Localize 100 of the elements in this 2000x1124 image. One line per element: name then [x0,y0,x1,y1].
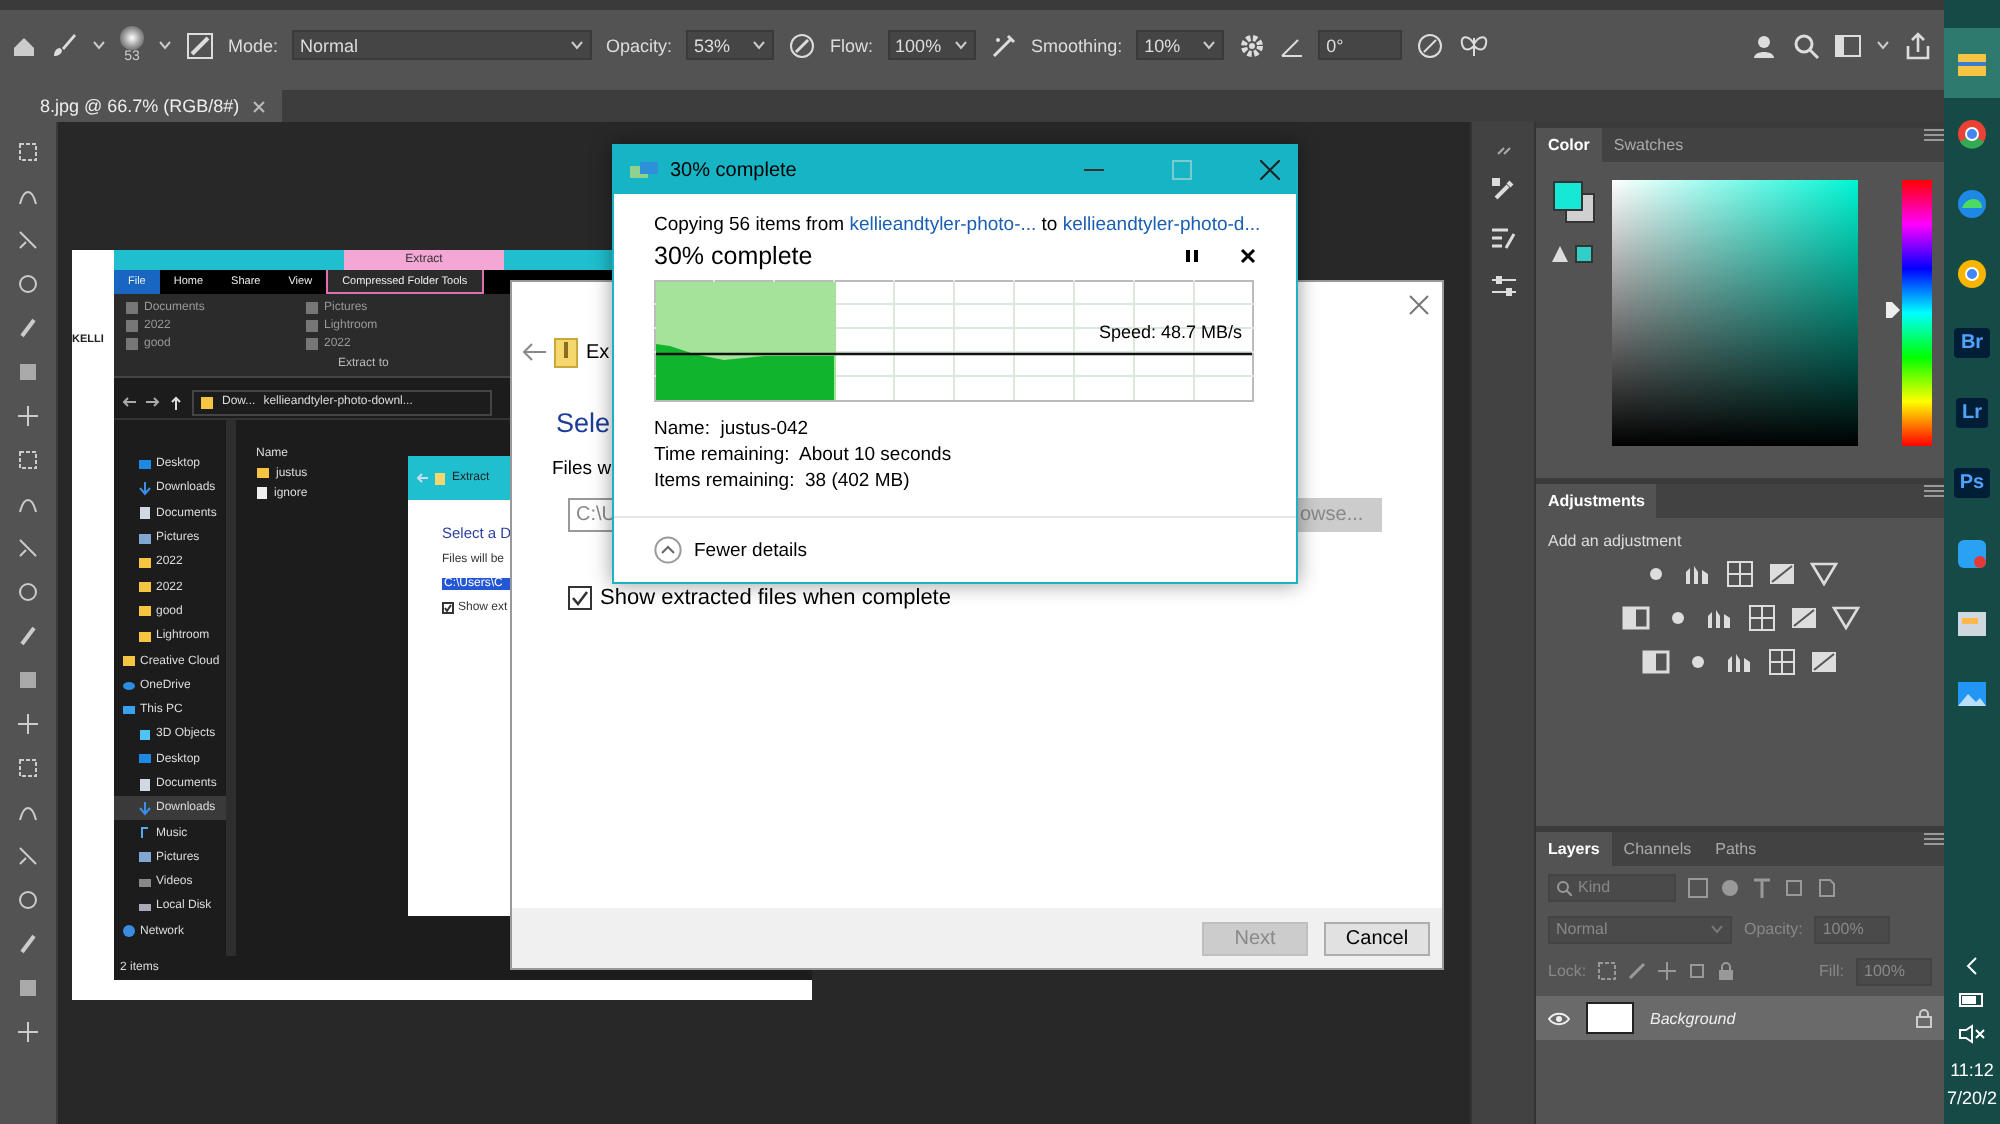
clock-time[interactable]: 11:12 [1950,1060,1994,1080]
flow-field[interactable]: 100% [887,30,976,60]
move-icon[interactable] [1658,962,1677,980]
airbrush-icon[interactable] [989,31,1018,59]
panel-tab[interactable]: Color [1536,128,1602,162]
tool-icon[interactable] [14,270,42,298]
caret-icon [752,40,767,50]
type-filter-icon[interactable] [1752,877,1772,897]
forward-icon[interactable] [146,396,160,408]
panel-menu-icon[interactable] [1924,832,1944,846]
battery-icon[interactable] [1958,992,1986,1008]
muted-speaker-icon[interactable] [1958,1024,1986,1044]
smart-object-filter-icon[interactable] [1816,877,1836,897]
adjustment-icon[interactable] [1642,648,1670,676]
tool-icon[interactable] [14,842,42,870]
tool-icon[interactable] [14,402,42,430]
collapse-icon[interactable] [1495,146,1511,156]
pressure-icon[interactable] [788,31,817,59]
tool-icon[interactable] [14,358,42,386]
color-swatches-icon[interactable] [1552,180,1596,224]
panel-menu-icon[interactable] [1924,484,1944,498]
tool-icon[interactable] [14,138,42,166]
user-icon[interactable] [1750,31,1778,59]
taskbar-app[interactable]: Ps [1944,448,2000,518]
shape-filter-icon[interactable] [1784,877,1804,897]
adjustment-brush-icon[interactable] [1489,224,1517,252]
adjustment-icon[interactable] [1768,560,1796,588]
adjustment-icon[interactable] [1726,560,1754,588]
angle-icon [1280,33,1305,57]
up-icon[interactable] [170,395,182,409]
tool-icon[interactable] [14,1018,42,1046]
panel-tab[interactable]: Layers [1536,832,1612,866]
clock-date[interactable]: 7/20/2 [1946,1088,1998,1108]
panel-tab[interactable]: Swatches [1601,128,1696,162]
chevron-icon[interactable] [1964,956,1980,976]
pressure-size-icon[interactable] [1416,31,1445,59]
cancel-icon[interactable] [1240,248,1256,264]
workspace-icon[interactable] [1834,33,1862,57]
window-title: 30% complete [670,159,797,181]
tool-icon[interactable] [14,226,42,254]
document-tab[interactable]: 8.jpg @ 66.7% (RGB/8#) [0,90,282,122]
taskbar-app[interactable] [1944,28,2000,98]
butterfly-icon[interactable] [1458,31,1491,59]
cancel-button[interactable]: Cancel [1324,921,1430,955]
panel-tab[interactable]: Channels [1611,832,1704,866]
tool-icon[interactable] [14,666,42,694]
brush-library-icon[interactable] [1489,176,1517,204]
checkbox[interactable] [568,586,592,610]
tool-icon[interactable] [14,578,42,606]
lock-icon[interactable] [1916,1008,1932,1028]
source-link[interactable]: kellieandtyler-photo-... [849,214,1037,236]
artboard-icon[interactable] [1688,962,1707,980]
adjustment-icon[interactable] [1768,648,1796,676]
image-filter-icon[interactable] [1688,877,1708,897]
mode-dropdown[interactable]: Normal [292,30,593,60]
panel-tab[interactable]: Paths [1703,832,1769,866]
search-icon[interactable] [1792,31,1820,59]
tool-icon[interactable] [14,710,42,738]
opacity-field[interactable]: 53% [686,30,775,60]
home-icon[interactable] [12,33,36,57]
back-icon[interactable] [522,342,546,362]
computer-icon [122,703,136,718]
smoothing-field[interactable]: 10% [1136,30,1225,60]
layer-row[interactable]: Background [1536,996,1944,1040]
brush-settings-icon[interactable] [186,31,214,59]
adjustment-icon[interactable] [1810,648,1838,676]
checkbox[interactable] [442,602,454,614]
destination-link[interactable]: kellieandtyler-photo-d... [1062,214,1261,236]
tool-icon[interactable] [14,974,42,1002]
color-picker-field[interactable] [1612,180,1858,446]
angle-field[interactable]: 0° [1318,30,1403,60]
tool-icon[interactable] [14,446,42,474]
panel-menu-icon[interactable] [1924,128,1944,142]
taskbar-app[interactable]: Br [1944,308,2000,378]
pause-icon[interactable] [1184,248,1200,264]
close-icon[interactable] [1408,294,1430,316]
adjustment-icon[interactable] [1831,604,1859,632]
adjustment-filter-icon[interactable] [1720,877,1740,897]
lock-pixels-icon[interactable] [1598,962,1617,980]
sliders-icon[interactable] [1489,272,1517,300]
fewer-details-button[interactable]: Fewer details [614,516,1296,582]
tool-icon[interactable] [14,886,42,914]
eye-icon[interactable] [1548,1011,1570,1025]
share-icon[interactable] [1904,31,1932,59]
brush-icon[interactable] [50,31,78,59]
adjustment-icon[interactable] [1810,560,1838,588]
tool-icon[interactable] [14,534,42,562]
back-icon[interactable] [122,396,136,408]
tool-icon[interactable] [14,754,42,782]
lock-icon[interactable] [1718,962,1735,980]
taskbar-app[interactable]: Lr [1944,378,2000,448]
adjustment-icon[interactable] [1747,604,1775,632]
gamut-warning-icon[interactable] [1552,244,1596,264]
brush-icon[interactable] [1628,962,1647,980]
adjustment-icon[interactable] [1621,604,1649,632]
adjustment-icon[interactable] [1789,604,1817,632]
gear-icon[interactable] [1238,31,1267,59]
close-icon[interactable] [251,99,266,113]
search-icon [1556,879,1572,895]
close-icon[interactable] [1260,160,1280,180]
